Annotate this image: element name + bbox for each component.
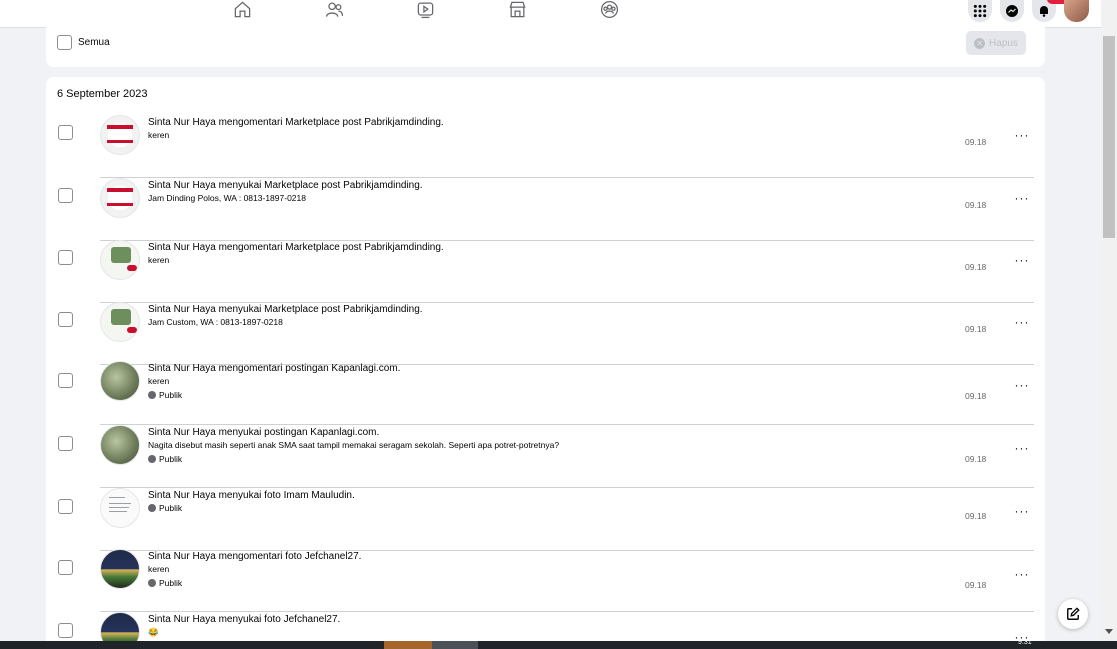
privacy-label: Publik [159, 454, 183, 464]
scroll-down-arrow-icon[interactable] [1105, 629, 1113, 634]
globe-icon [148, 579, 156, 587]
globe-icon [148, 391, 156, 399]
post-thumbnail[interactable] [100, 115, 140, 155]
more-options-icon[interactable]: ··· [1012, 129, 1032, 146]
row-checkbox[interactable] [58, 560, 73, 575]
activity-title[interactable]: Sinta Nur Haya menyukai Marketplace post… [148, 180, 423, 191]
friends-icon[interactable] [323, 0, 345, 18]
post-thumbnail[interactable] [100, 425, 140, 465]
row-checkbox[interactable] [58, 250, 73, 265]
row-checkbox[interactable] [58, 499, 73, 514]
activity-time: 09.18 [965, 454, 987, 464]
os-taskbar: 9.31 [0, 639, 1117, 649]
page-scrollbar[interactable] [1101, 0, 1117, 641]
activity-time: 09.18 [965, 324, 987, 334]
taskbar-app[interactable] [432, 641, 478, 649]
post-thumbnail[interactable] [100, 178, 140, 218]
post-thumbnail[interactable] [100, 240, 140, 280]
more-options-icon[interactable]: ··· [1012, 379, 1032, 396]
activity-snippet: keren [148, 130, 170, 140]
globe-icon [148, 504, 156, 512]
activity-time: 09.18 [965, 511, 987, 521]
home-icon[interactable] [231, 0, 253, 18]
compose-icon [1067, 607, 1080, 620]
activity-title[interactable]: Sinta Nur Haya menyukai postingan Kapanl… [148, 427, 379, 438]
profile-avatar[interactable] [1064, 0, 1089, 22]
activity-log-card: 6 September 2023 Sinta Nur Haya mengomen… [46, 77, 1045, 649]
more-options-icon[interactable]: ··· [1012, 254, 1032, 271]
row-checkbox[interactable] [58, 312, 73, 327]
activity-snippet: Nagita disebut masih seperti anak SMA sa… [148, 440, 560, 450]
activity-title[interactable]: Sinta Nur Haya mengomentari postingan Ka… [148, 363, 400, 374]
privacy-indicator: Publik [148, 503, 182, 513]
menu-grid-icon[interactable] [968, 0, 992, 22]
activity-row: Sinta Nur Haya mengomentari Marketplace … [46, 240, 1045, 303]
activity-title[interactable]: Sinta Nur Haya menyukai Marketplace post… [148, 304, 423, 315]
activity-snippet: keren [148, 376, 170, 386]
activity-title[interactable]: Sinta Nur Haya mengomentari Marketplace … [148, 242, 444, 253]
activity-snippet: Jam Dinding Polos, WA : 0813-1897-0218 [148, 193, 306, 203]
activity-title[interactable]: Sinta Nur Haya mengomentari Marketplace … [148, 117, 444, 128]
row-checkbox[interactable] [58, 373, 73, 388]
taskbar-app[interactable] [384, 641, 432, 649]
privacy-indicator: Publik [148, 578, 182, 588]
row-checkbox[interactable] [58, 436, 73, 451]
activity-snippet: Jam Custom, WA : 0813-1897-0218 [148, 317, 283, 327]
messenger-icon[interactable] [1000, 0, 1024, 22]
activity-row: Sinta Nur Haya mengomentari postingan Ka… [46, 361, 1045, 425]
post-thumbnail[interactable] [100, 488, 140, 528]
row-checkbox[interactable] [58, 125, 73, 140]
activity-row: Sinta Nur Haya mengomentari foto Jefchan… [46, 549, 1045, 612]
select-all-label: Semua [78, 37, 110, 48]
globe-icon [148, 455, 156, 463]
activity-time: 09.18 [965, 262, 987, 272]
post-thumbnail[interactable] [100, 549, 140, 589]
activity-title[interactable]: Sinta Nur Haya menyukai foto Imam Maulud… [148, 490, 355, 501]
activity-row: Sinta Nur Haya menyukai Marketplace post… [46, 302, 1045, 365]
more-options-icon[interactable]: ··· [1012, 505, 1032, 522]
activity-row: Sinta Nur Haya menyukai Marketplace post… [46, 178, 1045, 241]
more-options-icon[interactable]: ··· [1012, 442, 1032, 459]
post-thumbnail[interactable] [100, 361, 140, 401]
post-thumbnail[interactable] [100, 302, 140, 342]
video-icon[interactable] [414, 0, 436, 18]
activity-time: 09.18 [965, 200, 987, 210]
more-options-icon[interactable]: ··· [1012, 316, 1032, 333]
taskbar-clock: 9.31 [1018, 639, 1032, 646]
activity-snippet: keren [148, 255, 170, 265]
scrollbar-thumb[interactable] [1103, 36, 1115, 238]
activity-time: 09.18 [965, 580, 987, 590]
privacy-label: Publik [159, 503, 183, 513]
marketplace-icon[interactable] [506, 0, 528, 18]
date-heading: 6 September 2023 [57, 88, 148, 100]
privacy-indicator: Publik [148, 390, 182, 400]
privacy-label: Publik [159, 578, 183, 588]
activity-row: Sinta Nur Haya menyukai foto Imam Maulud… [46, 488, 1045, 551]
select-all-checkbox[interactable] [57, 35, 72, 50]
activity-title[interactable]: Sinta Nur Haya menyukai foto Jefchanel27… [148, 614, 340, 625]
more-options-icon[interactable]: ··· [1012, 568, 1032, 585]
new-message-button[interactable] [1058, 599, 1088, 629]
delete-button[interactable]: ✕ Hapus [966, 31, 1026, 55]
groups-icon[interactable] [598, 0, 620, 18]
activity-time: 09.18 [965, 391, 987, 401]
row-checkbox[interactable] [58, 623, 73, 638]
delete-label: Hapus [989, 37, 1018, 49]
privacy-indicator: Publik [148, 454, 182, 464]
activity-time: 09.18 [965, 137, 987, 147]
activity-row: Sinta Nur Haya menyukai postingan Kapanl… [46, 425, 1045, 488]
selection-bar: Semua ✕ Hapus [46, 22, 1045, 67]
privacy-label: Publik [159, 390, 183, 400]
activity-title[interactable]: Sinta Nur Haya mengomentari foto Jefchan… [148, 551, 361, 562]
row-checkbox[interactable] [58, 188, 73, 203]
activity-row: Sinta Nur Haya mengomentari Marketplace … [46, 115, 1045, 178]
close-circle-icon: ✕ [974, 37, 986, 49]
activity-snippet: keren [148, 564, 170, 574]
activity-snippet: 😂 [148, 627, 159, 637]
more-options-icon[interactable]: ··· [1012, 192, 1032, 209]
